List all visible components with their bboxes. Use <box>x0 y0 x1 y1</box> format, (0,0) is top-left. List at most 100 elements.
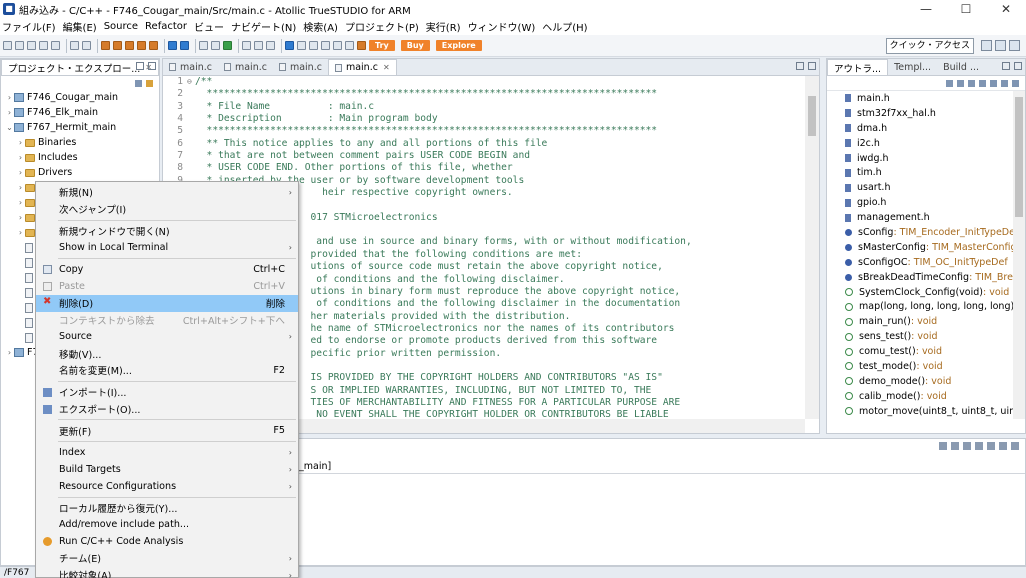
collapsed-arrow-icon[interactable]: › <box>5 348 14 357</box>
try-button[interactable]: Try <box>369 40 395 51</box>
fold-toggle-icon[interactable] <box>187 88 195 100</box>
rebuild-icon[interactable] <box>125 41 134 50</box>
tab-main-c[interactable]: main.c <box>218 59 273 75</box>
context-menu-item[interactable]: Run C/C++ Code Analysis <box>36 533 298 550</box>
tree-item[interactable]: › Binaries <box>1 135 159 150</box>
build-target-icon[interactable] <box>149 41 158 50</box>
print-icon[interactable] <box>39 41 48 50</box>
display-console-icon[interactable] <box>975 442 983 450</box>
hide-macros-icon[interactable] <box>990 79 997 87</box>
outline-item[interactable]: motor_move(uint8_t, uint8_t, uint8_t, <box>827 404 1025 419</box>
clear-console-icon[interactable] <box>951 442 959 450</box>
maximize-button[interactable]: ☐ <box>946 0 986 18</box>
outline-item[interactable]: sConfigOC : TIM_OC_InitTypeDef <box>827 255 1025 270</box>
run-icon[interactable] <box>223 41 232 50</box>
debug-config-icon[interactable] <box>180 41 189 50</box>
debug-bug-icon[interactable] <box>168 41 177 50</box>
sort-icon[interactable] <box>946 79 953 87</box>
collapsed-arrow-icon[interactable]: › <box>16 213 25 222</box>
context-menu-item[interactable]: Source › <box>36 328 298 345</box>
minimize-panel-icon[interactable] <box>999 442 1007 450</box>
context-menu-item[interactable]: インポート(I)... <box>36 384 298 401</box>
minimize-panel-icon[interactable] <box>1002 62 1010 70</box>
debug-perspective-icon[interactable] <box>1009 40 1020 51</box>
minimize-button[interactable]: — <box>906 0 946 18</box>
collapse-all-icon[interactable] <box>135 79 142 87</box>
context-menu-item[interactable]: Add/remove include path... <box>36 516 298 533</box>
explore-button[interactable]: Explore <box>435 40 482 51</box>
print-all-icon[interactable] <box>51 41 60 50</box>
outline-item[interactable]: test_mode() : void <box>827 359 1025 374</box>
outline-item[interactable]: tim.h <box>827 165 1025 180</box>
context-menu-item[interactable]: 更新(F) F5 <box>36 422 298 439</box>
view-menu-icon[interactable] <box>1012 79 1019 87</box>
outline-item[interactable]: stm32f7xx_hal.h <box>827 106 1025 121</box>
clean-icon[interactable] <box>137 41 146 50</box>
marker-icon[interactable] <box>357 41 366 50</box>
collapsed-arrow-icon[interactable]: › <box>16 138 25 147</box>
tree-item[interactable]: › Drivers <box>1 165 159 180</box>
new-file-icon[interactable] <box>3 41 12 50</box>
menu-item[interactable]: プロジェクト(P) <box>345 19 419 34</box>
menu-item[interactable]: ビュー <box>194 19 224 34</box>
tab-main-c[interactable]: main.c <box>273 59 328 75</box>
tab-main-c[interactable]: main.c <box>163 59 218 75</box>
menu-item[interactable]: Source <box>104 21 138 32</box>
link-with-editor-icon[interactable] <box>1001 79 1008 87</box>
outline-item[interactable]: main.h <box>827 91 1025 106</box>
menu-item[interactable]: ウィンドウ(W) <box>468 19 536 34</box>
collapsed-arrow-icon[interactable]: › <box>16 198 25 207</box>
outline-item[interactable]: iwdg.h <box>827 151 1025 166</box>
context-menu-item[interactable]: 比較対象(A) › <box>36 567 298 578</box>
context-menu-item[interactable]: 新規(N) › <box>36 184 298 201</box>
fold-toggle-icon[interactable] <box>187 162 195 174</box>
context-menu-item[interactable]: 次へジャンプ(I) <box>36 201 298 218</box>
context-menu-item[interactable]: 名前を変更(M)... F2 <box>36 362 298 379</box>
outline-item[interactable]: demo_mode() : void <box>827 374 1025 389</box>
close-icon[interactable]: ✕ <box>383 63 390 72</box>
grid-icon[interactable] <box>333 41 342 50</box>
tree-item[interactable]: › F746_Cougar_main <box>1 90 159 105</box>
fold-toggle-icon[interactable] <box>187 125 195 137</box>
info-icon[interactable] <box>285 41 294 50</box>
save-icon[interactable] <box>15 41 24 50</box>
search-icon[interactable] <box>242 41 251 50</box>
open-console-icon[interactable] <box>987 442 995 450</box>
collapsed-arrow-icon[interactable]: › <box>16 153 25 162</box>
hide-static-icon[interactable] <box>968 79 975 87</box>
maximize-panel-icon[interactable] <box>808 62 816 70</box>
tab-main-c[interactable]: main.c ✕ <box>327 59 397 75</box>
fold-toggle-icon[interactable] <box>187 150 195 162</box>
context-menu-item[interactable]: Build Targets › <box>36 461 298 478</box>
maximize-panel-icon[interactable] <box>1011 442 1019 450</box>
tree-item[interactable]: › F746_Elk_main <box>1 105 159 120</box>
outline-item[interactable]: management.h <box>827 210 1025 225</box>
fold-toggle-icon[interactable] <box>187 113 195 125</box>
scrollbar-thumb[interactable] <box>1015 97 1023 217</box>
menu-item[interactable]: ヘルプ(H) <box>542 19 587 34</box>
scrollbar-thumb[interactable] <box>808 96 816 136</box>
menu-item[interactable]: ナビゲート(N) <box>231 19 296 34</box>
collapsed-arrow-icon[interactable]: › <box>16 168 25 177</box>
pin-console-icon[interactable] <box>963 442 971 450</box>
maximize-panel-icon[interactable] <box>1014 62 1022 70</box>
scroll-lock-icon[interactable] <box>939 442 947 450</box>
outline-item[interactable]: calib_mode() : void <box>827 389 1025 404</box>
window-icon[interactable] <box>297 41 306 50</box>
build-config-icon[interactable] <box>70 41 79 50</box>
tool-icon[interactable] <box>82 41 91 50</box>
target-icon[interactable] <box>345 41 354 50</box>
outline-item[interactable]: comu_test() : void <box>827 344 1025 359</box>
menu-item[interactable]: 検索(A) <box>303 19 338 34</box>
menu-item[interactable]: ファイル(F) <box>2 19 56 34</box>
context-menu-item[interactable]: 新規ウィンドウで開く(N) <box>36 223 298 240</box>
tree-item[interactable]: ⌄ F767_Hermit_main <box>1 120 159 135</box>
hide-nonpublic-icon[interactable] <box>979 79 986 87</box>
hide-fields-icon[interactable] <box>957 79 964 87</box>
context-menu-item[interactable]: 移動(V)... <box>36 345 298 362</box>
editor-vertical-scrollbar[interactable] <box>805 76 819 419</box>
fold-toggle-icon[interactable] <box>187 101 195 113</box>
outline-item[interactable]: SystemClock_Config(void) : void <box>827 285 1025 300</box>
layout-icon[interactable] <box>309 41 318 50</box>
terminal-icon[interactable] <box>199 41 208 50</box>
